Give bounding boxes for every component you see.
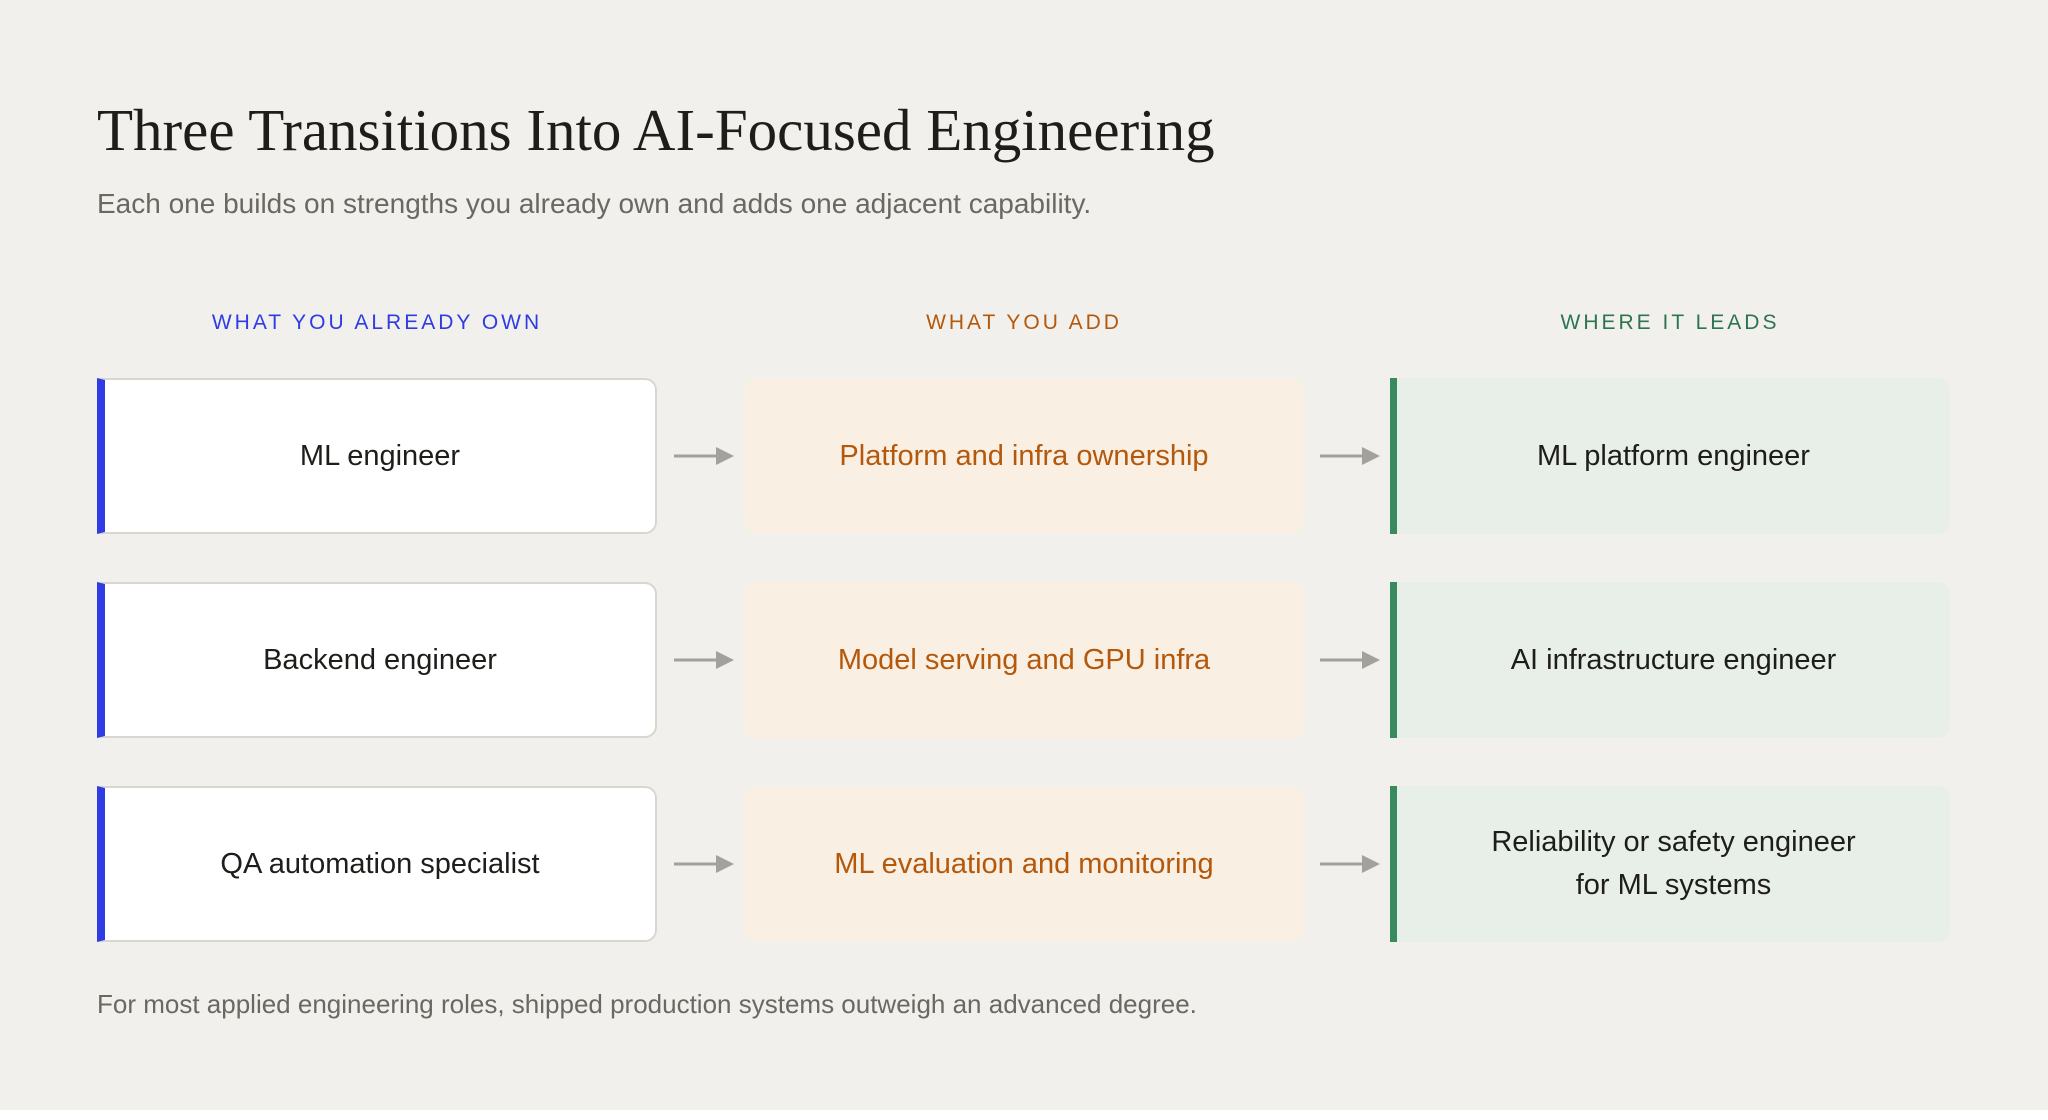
leads-box-line: ML platform engineer	[1537, 439, 1810, 472]
leads-box-line: Reliability or safety engineer	[1491, 826, 1856, 858]
footnote: For most applied engineering roles, ship…	[97, 989, 1197, 1019]
page-title: Three Transitions Into AI-Focused Engine…	[97, 97, 1215, 163]
own-box-ml-engineer: ML engineer	[97, 378, 657, 534]
add-box-model-serving: Model serving and GPU infra	[744, 582, 1304, 738]
own-box-label: QA automation specialist	[220, 847, 540, 880]
own-box-qa-automation: QA automation specialist	[97, 786, 657, 942]
leads-box-label: ML platform engineer	[1537, 435, 1810, 478]
leads-box-ml-platform: ML platform engineer	[1390, 378, 1950, 534]
leads-box-line: for ML systems	[1575, 869, 1772, 901]
arrow-right-icon	[674, 651, 734, 669]
leads-box-reliability-safety: Reliability or safety engineer for ML sy…	[1390, 786, 1950, 942]
add-box-label: Platform and infra ownership	[839, 439, 1209, 472]
add-box-label: Model serving and GPU infra	[837, 643, 1211, 676]
own-box-label: Backend engineer	[263, 643, 497, 676]
arrow-right-icon	[1320, 651, 1380, 669]
column-header-leads: WHERE IT LEADS	[1560, 311, 1780, 334]
column-header-add: WHAT YOU ADD	[926, 311, 1122, 334]
column-header-own: WHAT YOU ALREADY OWN	[211, 311, 543, 334]
page-subtitle: Each one builds on strengths you already…	[97, 188, 1092, 219]
add-box-ml-evaluation: ML evaluation and monitoring	[744, 786, 1304, 942]
add-box-label: ML evaluation and monitoring	[834, 847, 1214, 880]
arrow-right-icon	[1320, 447, 1380, 465]
add-box-platform-infra: Platform and infra ownership	[744, 378, 1304, 534]
arrow-right-icon	[674, 447, 734, 465]
leads-box-ai-infrastructure: AI infrastructure engineer	[1390, 582, 1950, 738]
leads-box-line: AI infrastructure engineer	[1510, 643, 1837, 676]
own-box-backend-engineer: Backend engineer	[97, 582, 657, 738]
arrow-right-icon	[674, 855, 734, 873]
leads-box-label: Reliability or safety engineer for ML sy…	[1491, 821, 1855, 907]
leads-box-label: AI infrastructure engineer	[1511, 639, 1837, 682]
diagram-canvas: Three Transitions Into AI-Focused Engine…	[0, 0, 2048, 1110]
arrow-right-icon	[1320, 855, 1380, 873]
own-box-label: ML engineer	[299, 439, 461, 472]
